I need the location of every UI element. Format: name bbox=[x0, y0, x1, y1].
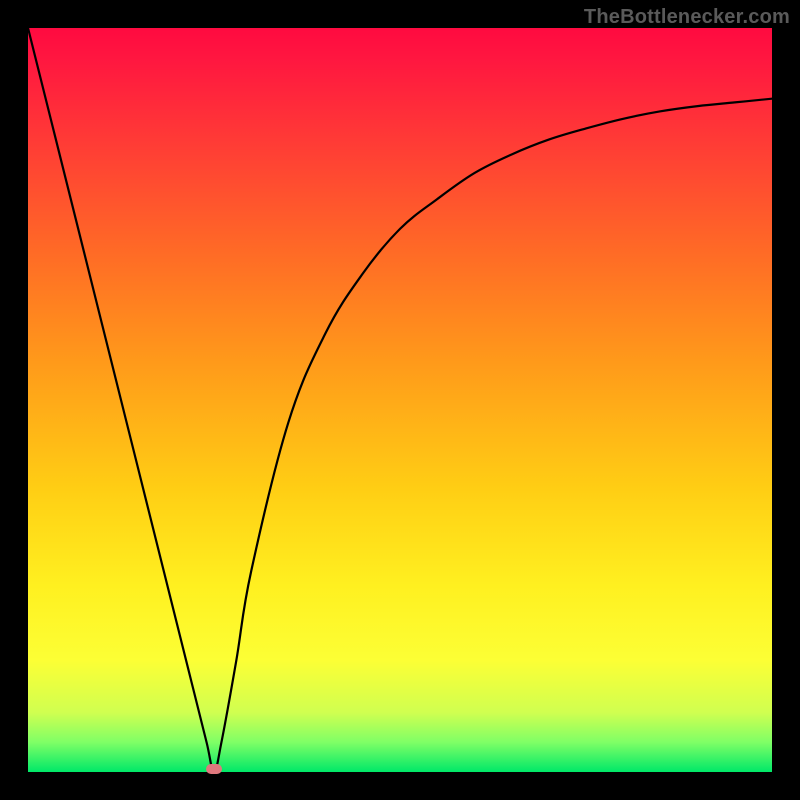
curve-path bbox=[28, 28, 772, 772]
optimal-point-marker bbox=[206, 764, 222, 774]
bottleneck-curve bbox=[28, 28, 772, 772]
chart-container: TheBottlenecker.com bbox=[0, 0, 800, 800]
attribution-text: TheBottlenecker.com bbox=[584, 6, 790, 29]
plot-area bbox=[28, 28, 772, 772]
